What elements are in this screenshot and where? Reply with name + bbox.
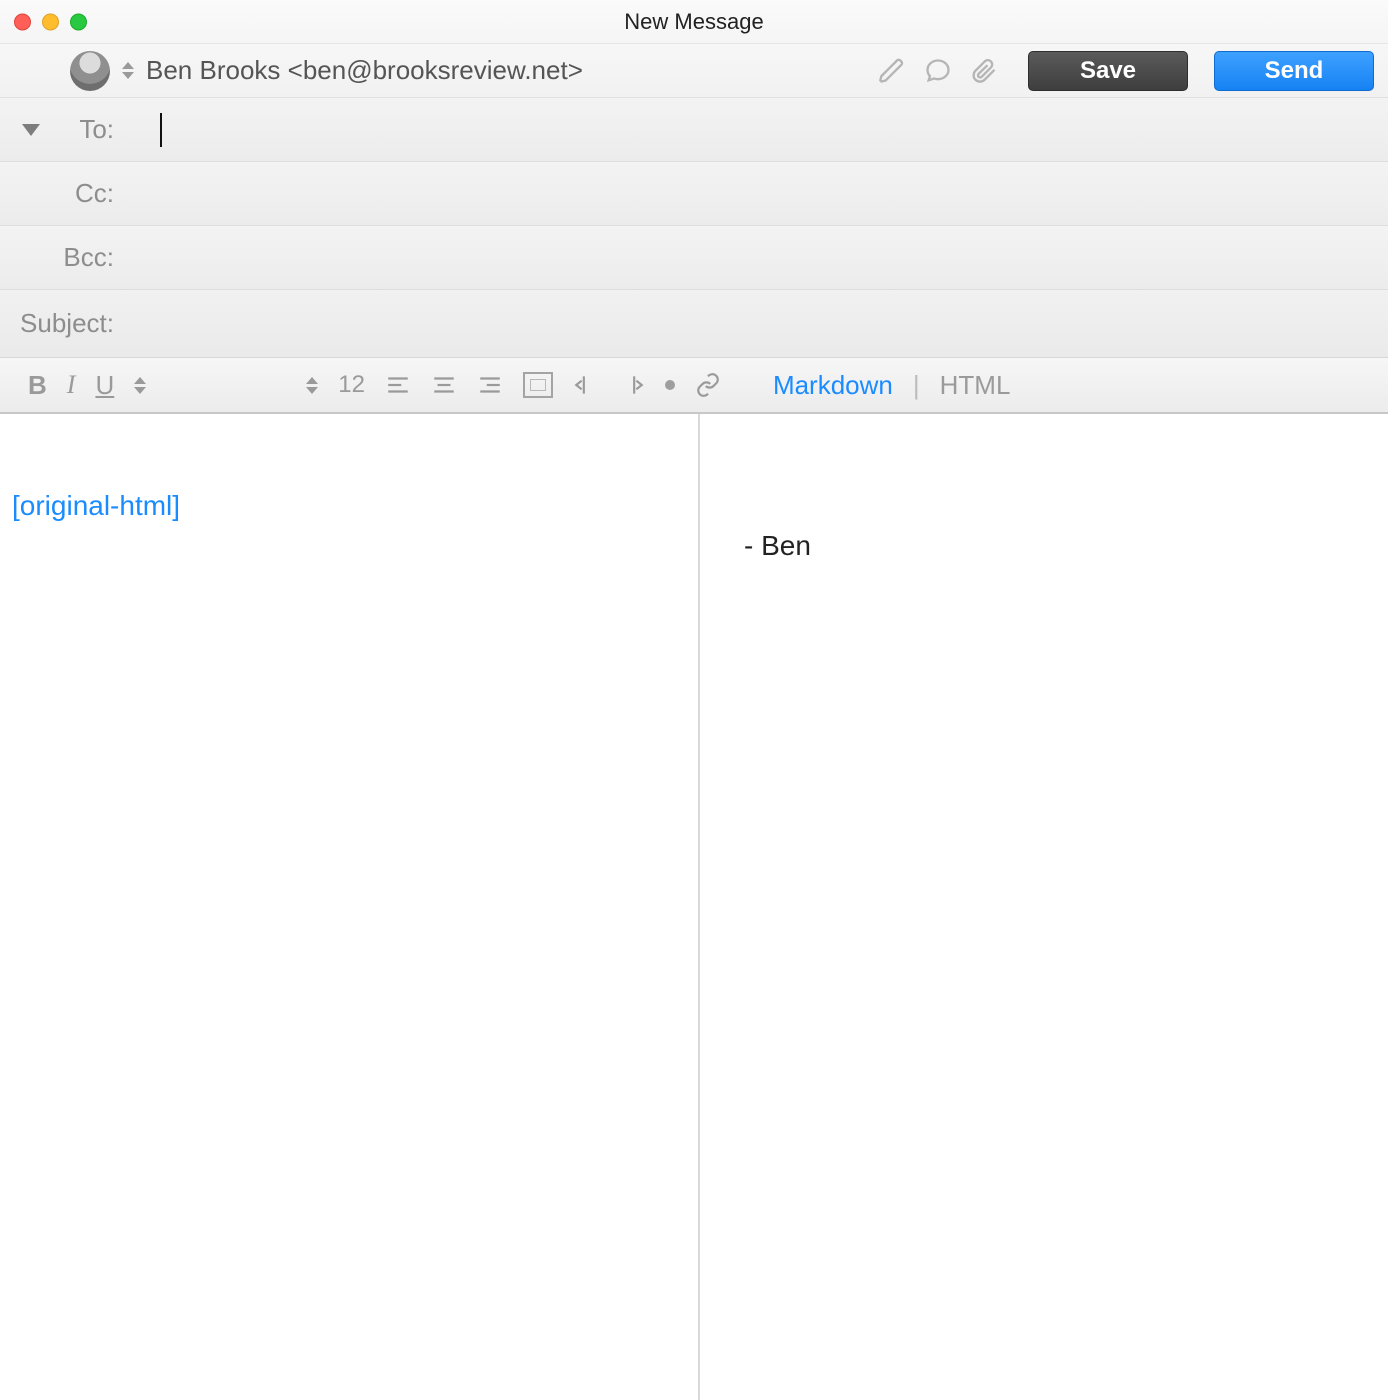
indent-icon[interactable] (619, 372, 645, 398)
italic-button[interactable]: I (67, 370, 76, 400)
cc-row: Cc: (0, 162, 1388, 226)
avatar (70, 51, 110, 91)
align-center-icon[interactable] (431, 372, 457, 398)
account-picker-stepper[interactable] (122, 62, 134, 79)
subject-row: Subject: (0, 290, 1388, 358)
align-left-icon[interactable] (385, 372, 411, 398)
send-button[interactable]: Send (1214, 51, 1374, 91)
window-title: New Message (624, 9, 763, 35)
body-area: [original-html] - Ben (0, 414, 1388, 1400)
to-input[interactable] (162, 98, 1388, 161)
bcc-label: Bcc: (63, 242, 114, 273)
cc-label: Cc: (75, 178, 114, 209)
stamp-icon[interactable] (924, 57, 952, 85)
to-label: To: (79, 114, 114, 145)
save-button[interactable]: Save (1028, 51, 1188, 91)
window-controls (14, 13, 87, 30)
bold-button[interactable]: B (28, 370, 47, 401)
signature-text: - Ben (744, 530, 811, 561)
mode-html[interactable]: HTML (940, 370, 1011, 401)
subject-input[interactable] (120, 290, 1388, 357)
original-html-tag: [original-html] (12, 490, 180, 521)
blockquote-icon[interactable] (523, 372, 553, 398)
edit-icon[interactable] (878, 57, 906, 85)
subject-label: Subject: (0, 308, 120, 339)
close-window-button[interactable] (14, 13, 31, 30)
fontsize-stepper[interactable] (306, 377, 318, 394)
mode-divider: | (913, 370, 920, 401)
minimize-window-button[interactable] (42, 13, 59, 30)
outdent-icon[interactable] (573, 372, 599, 398)
zoom-window-button[interactable] (70, 13, 87, 30)
window-titlebar: New Message (0, 0, 1388, 44)
mode-markdown[interactable]: Markdown (773, 370, 893, 401)
from-address[interactable]: Ben Brooks <ben@brooksreview.net> (146, 55, 583, 86)
bcc-row: Bcc: (0, 226, 1388, 290)
align-right-icon[interactable] (477, 372, 503, 398)
cc-input[interactable] (120, 162, 1388, 225)
source-pane[interactable]: [original-html] (0, 414, 700, 1400)
bcc-input[interactable] (120, 226, 1388, 289)
style-stepper[interactable] (134, 377, 146, 394)
to-row: To: (0, 98, 1388, 162)
bullet-list-icon[interactable] (665, 380, 675, 390)
underline-button[interactable]: U (95, 370, 114, 401)
preview-pane[interactable]: - Ben (700, 414, 1388, 1400)
recipients-toggle-icon[interactable] (22, 124, 40, 136)
format-toolbar: B I U 12 Markdown | HTML (0, 358, 1388, 414)
attachment-icon[interactable] (970, 57, 998, 85)
link-icon[interactable] (695, 372, 721, 398)
from-row: Ben Brooks <ben@brooksreview.net> Save S… (0, 44, 1388, 98)
fontsize-value: 12 (338, 371, 365, 399)
